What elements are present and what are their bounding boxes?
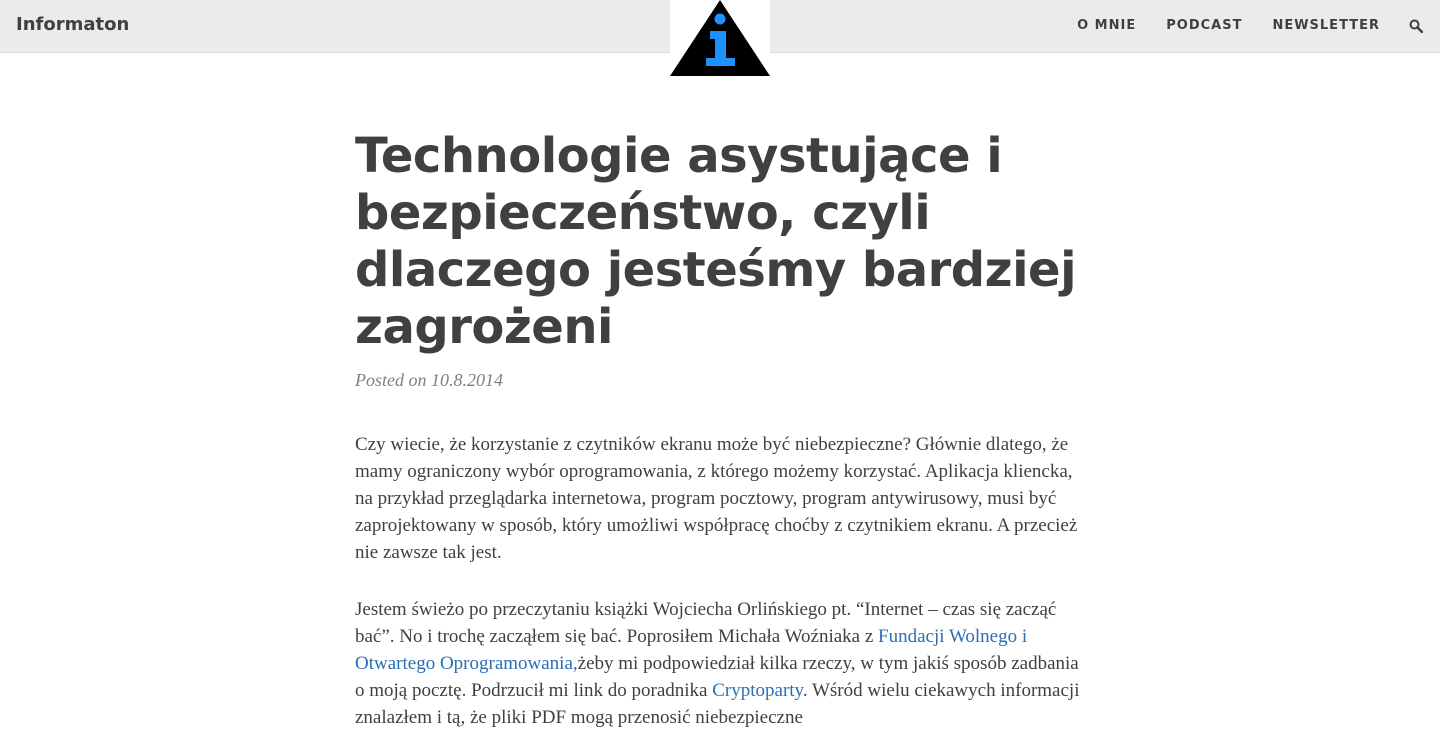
nav-link-o-mnie[interactable]: O MNIE xyxy=(1077,18,1136,33)
nav-links: O MNIE PODCAST NEWSLETTER xyxy=(1077,18,1380,33)
search-icon[interactable] xyxy=(1409,19,1424,38)
info-triangle-logo-icon xyxy=(670,0,770,76)
post-meta-prefix: Posted on xyxy=(355,370,427,390)
brand-link[interactable]: Informaton xyxy=(16,14,129,35)
post-date: 10.8.2014 xyxy=(431,370,503,390)
cryptoparty-link[interactable]: Cryptoparty xyxy=(712,680,803,701)
paragraph-2: Jestem świeżo po przeczytaniu książki Wo… xyxy=(355,596,1090,731)
post-content: Technologie asystujące i bezpieczeństwo,… xyxy=(355,128,1090,731)
paragraph-1: Czy wiecie, że korzystanie z czytników e… xyxy=(355,434,1078,563)
post-meta: Posted on 10.8.2014 xyxy=(355,370,1090,391)
nav-link-podcast[interactable]: PODCAST xyxy=(1166,18,1242,33)
post-title: Technologie asystujące i bezpieczeństwo,… xyxy=(355,128,1077,355)
nav-link-newsletter[interactable]: NEWSLETTER xyxy=(1272,18,1380,33)
site-logo[interactable] xyxy=(670,0,770,76)
